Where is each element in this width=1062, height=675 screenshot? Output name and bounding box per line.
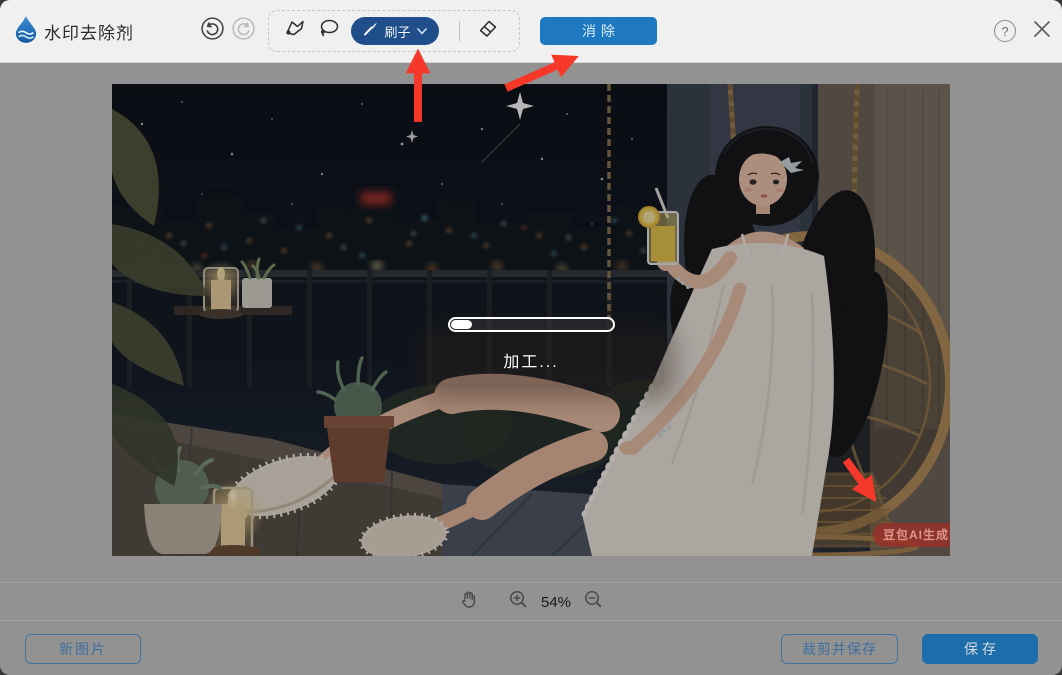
polygon-lasso-icon bbox=[282, 16, 307, 46]
toolbar: 水印去除剂 bbox=[0, 0, 1062, 63]
undo-icon bbox=[201, 17, 224, 45]
toolbar-divider bbox=[459, 21, 460, 41]
close-button[interactable] bbox=[1029, 18, 1055, 44]
help-icon: ? bbox=[1001, 24, 1008, 39]
zoom-out-icon bbox=[584, 590, 603, 614]
pan-tool-button[interactable] bbox=[457, 590, 481, 614]
lasso-icon bbox=[316, 16, 341, 46]
workspace: 加工... 豆包AI生成 bbox=[0, 62, 1062, 675]
brush-tool-dropdown[interactable]: 刷子 bbox=[351, 17, 439, 45]
zoom-in-icon bbox=[509, 590, 528, 614]
remove-watermark-button[interactable]: 消除 bbox=[540, 17, 657, 45]
app-logo-droplet-icon bbox=[14, 15, 38, 48]
app-window: 水印去除剂 bbox=[0, 0, 1062, 675]
progress-bar-fill bbox=[451, 320, 472, 329]
zoom-toolbar: 54% bbox=[0, 582, 1062, 621]
zoom-out-button[interactable] bbox=[581, 590, 605, 614]
selection-tool-group: 刷子 bbox=[268, 10, 520, 52]
page-title: 水印去除剂 bbox=[44, 19, 134, 44]
brush-icon bbox=[363, 21, 378, 41]
new-image-button[interactable]: 新图片 bbox=[25, 634, 141, 664]
zoom-in-button[interactable] bbox=[507, 590, 531, 614]
save-button[interactable]: 保存 bbox=[922, 634, 1038, 664]
crop-and-save-button[interactable]: 裁剪并保存 bbox=[781, 634, 898, 664]
progress-bar bbox=[448, 317, 615, 332]
app-logo: 水印去除剂 bbox=[14, 15, 134, 48]
save-label: 保存 bbox=[960, 639, 1000, 659]
eraser-tool[interactable] bbox=[474, 18, 500, 44]
eraser-icon bbox=[475, 16, 500, 46]
redo-button[interactable] bbox=[232, 19, 255, 42]
remove-button-label: 消除 bbox=[577, 21, 620, 41]
polygon-lasso-tool[interactable] bbox=[281, 18, 307, 44]
help-button[interactable]: ? bbox=[994, 20, 1016, 42]
footer-bar: 新图片 裁剪并保存 保存 bbox=[0, 620, 1062, 675]
chevron-down-icon bbox=[417, 22, 427, 40]
crop-and-save-label: 裁剪并保存 bbox=[802, 639, 877, 659]
processing-label: 加工... bbox=[112, 348, 950, 372]
close-icon bbox=[1032, 19, 1052, 44]
hand-icon bbox=[459, 590, 478, 614]
lasso-tool[interactable] bbox=[315, 18, 341, 44]
undo-button[interactable] bbox=[201, 19, 224, 42]
new-image-label: 新图片 bbox=[59, 639, 107, 659]
image-canvas[interactable]: 加工... 豆包AI生成 bbox=[112, 84, 950, 556]
brush-tool-label: 刷子 bbox=[384, 22, 410, 41]
zoom-level-value: 54% bbox=[541, 594, 571, 611]
watermark-badge: 豆包AI生成 bbox=[873, 523, 950, 547]
redo-icon bbox=[232, 17, 255, 45]
